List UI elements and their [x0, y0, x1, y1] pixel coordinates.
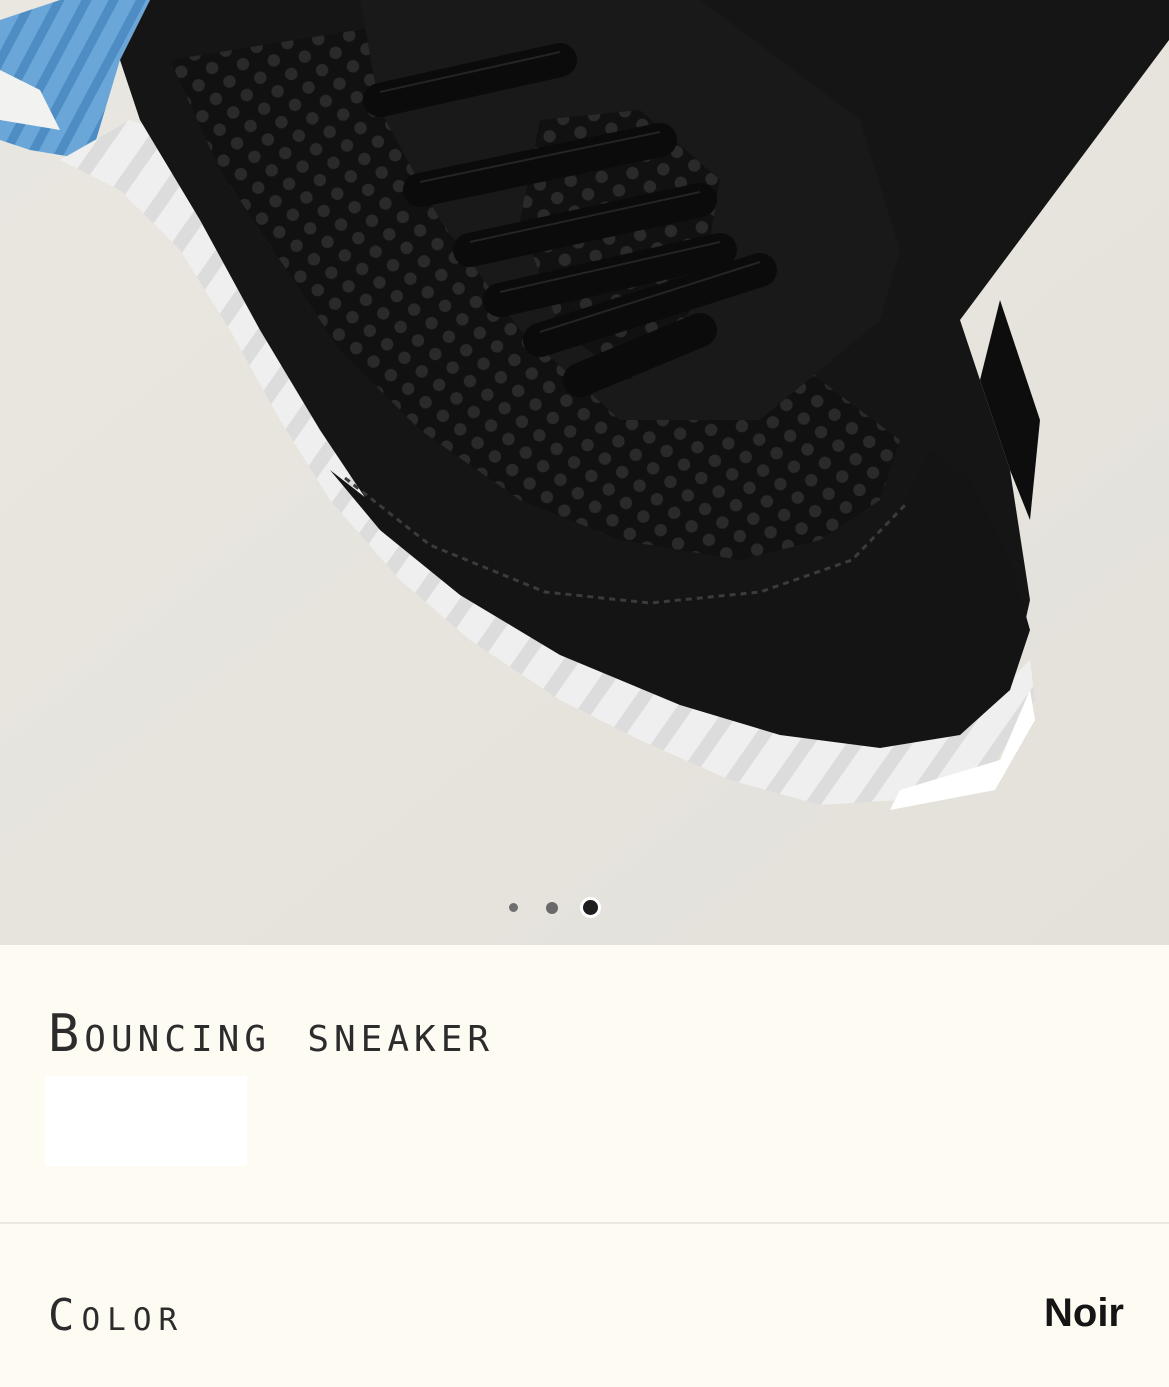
color-value: Noir: [1044, 1291, 1124, 1335]
product-image: [0, 0, 1169, 945]
carousel-dot-1[interactable]: [509, 903, 518, 912]
section-divider: [0, 1222, 1169, 1224]
carousel-dot-2[interactable]: [546, 902, 558, 914]
color-option-row[interactable]: Color Noir: [0, 1283, 1169, 1343]
carousel-dots: [0, 897, 1169, 919]
carousel-dot-3-active[interactable]: [580, 897, 601, 918]
color-label: Color: [48, 1290, 185, 1341]
product-info-panel: Bouncing sneaker Color Noir: [0, 945, 1169, 1387]
product-title: Bouncing sneaker: [48, 1004, 495, 1064]
product-image-gallery[interactable]: [0, 0, 1169, 945]
price-placeholder-box: [45, 1076, 247, 1166]
